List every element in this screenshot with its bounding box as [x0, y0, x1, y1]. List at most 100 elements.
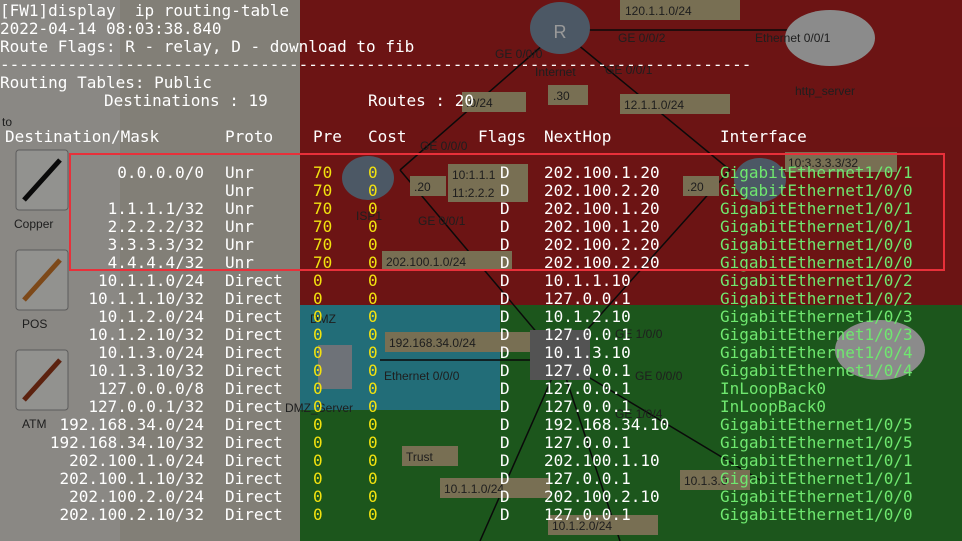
- route-nexthop: 127.0.0.1: [544, 379, 631, 398]
- route-cost: 0: [368, 469, 378, 488]
- route-flags: D: [500, 487, 510, 506]
- route-flags: D: [500, 433, 510, 452]
- route-interface: GigabitEthernet1/0/4: [720, 343, 913, 362]
- table-row: 192.168.34.10/32 Direct 0 0 D 127.0.0.1 Gigabi…: [0, 434, 962, 452]
- route-destination: 10.1.3.0/24: [98, 343, 204, 362]
- route-nexthop: 202.100.1.10: [544, 451, 660, 470]
- route-pre: 0: [313, 415, 323, 434]
- routes-count: Routes : 20: [368, 91, 474, 110]
- route-nexthop: 202.100.2.10: [544, 487, 660, 506]
- route-interface: GigabitEthernet1/0/5: [720, 415, 913, 434]
- route-destination: 202.100.1.0/24: [69, 451, 204, 470]
- header-flags: Flags: [478, 127, 527, 146]
- route-pre: 0: [313, 451, 323, 470]
- route-proto: Direct: [225, 397, 283, 416]
- route-interface: GigabitEthernet1/0/2: [720, 289, 913, 308]
- route-flags: D: [500, 397, 510, 416]
- route-destination: 192.168.34.0/24: [59, 415, 205, 434]
- route-proto: Direct: [225, 433, 283, 452]
- table-row: 10.1.1.10/32 Direct 0 0 D 127.0.0.1 GigabitEth…: [0, 290, 962, 308]
- destinations-count: Destinations : 19: [104, 91, 268, 110]
- route-pre: 0: [313, 289, 323, 308]
- route-proto: Direct: [225, 325, 283, 344]
- route-flags: D: [500, 451, 510, 470]
- route-flags: D: [500, 379, 510, 398]
- route-destination: 202.100.2.10/32: [59, 505, 205, 524]
- route-interface: InLoopBack0: [720, 379, 826, 398]
- route-flags: D: [500, 361, 510, 380]
- routing-table-title: Routing Tables: Public: [0, 73, 212, 92]
- route-flags-line: Route Flags: R - relay, D - download to …: [0, 37, 415, 56]
- route-cost: 0: [368, 271, 378, 290]
- route-destination: 10.1.1.0/24: [98, 271, 204, 290]
- route-pre: 0: [313, 505, 323, 524]
- header-pre: Pre: [313, 127, 342, 146]
- route-flags: D: [500, 469, 510, 488]
- route-pre: 0: [313, 487, 323, 506]
- route-nexthop: 127.0.0.1: [544, 361, 631, 380]
- route-cost: 0: [368, 433, 378, 452]
- table-header: Destination/Mask Proto Pre Cost Flags Ne…: [0, 128, 962, 146]
- route-destination: 10.1.2.0/24: [98, 307, 204, 326]
- table-row: 202.100.1.10/32 Direct 0 0 D 127.0.0.1 Gigabit…: [0, 470, 962, 488]
- route-nexthop: 127.0.0.1: [544, 289, 631, 308]
- route-proto: Direct: [225, 361, 283, 380]
- route-proto: Direct: [225, 415, 283, 434]
- route-cost: 0: [368, 379, 378, 398]
- table-row: 127.0.0.1/32 Direct 0 0 D 127.0.0.1 InLoopBack…: [0, 398, 962, 416]
- route-flags: D: [500, 505, 510, 524]
- route-destination: 202.100.1.10/32: [59, 469, 205, 488]
- route-interface: GigabitEthernet1/0/0: [720, 505, 913, 524]
- route-destination: 127.0.0.1/32: [88, 397, 204, 416]
- table-row: 10.1.1.0/24 Direct 0 0 D 10.1.1.10 GigabitEthe…: [0, 272, 962, 290]
- route-destination: 202.100.2.0/24: [69, 487, 204, 506]
- timestamp-line: 2022-04-14 08:03:38.840: [0, 19, 222, 38]
- route-nexthop: 10.1.2.10: [544, 307, 631, 326]
- route-pre: 0: [313, 325, 323, 344]
- route-summary-line: Destinations : 19 Routes : 20: [0, 92, 962, 110]
- route-nexthop: 127.0.0.1: [544, 325, 631, 344]
- route-proto: Direct: [225, 487, 283, 506]
- header-nexthop: NextHop: [544, 127, 612, 146]
- table-row: 127.0.0.0/8 Direct 0 0 D 127.0.0.1 InLoopBack0: [0, 380, 962, 398]
- table-row: 10.1.3.10/32 Direct 0 0 D 127.0.0.1 GigabitEth…: [0, 362, 962, 380]
- route-pre: 0: [313, 433, 323, 452]
- separator-line: ----------------------------------------…: [0, 55, 752, 74]
- header-interface: Interface: [720, 127, 807, 146]
- route-proto: Direct: [225, 289, 283, 308]
- route-flags: D: [500, 289, 510, 308]
- route-proto: Direct: [225, 307, 283, 326]
- command-line: [FW1]display ip routing-table: [0, 1, 289, 20]
- route-destination: 10.1.2.10/32: [88, 325, 204, 344]
- header-cost: Cost: [368, 127, 407, 146]
- route-cost: 0: [368, 361, 378, 380]
- route-interface: GigabitEthernet1/0/4: [720, 361, 913, 380]
- table-row: 202.100.1.0/24 Direct 0 0 D 202.100.1.10 Gigab…: [0, 452, 962, 470]
- table-row: 10.1.3.0/24 Direct 0 0 D 10.1.3.10 GigabitEthe…: [0, 344, 962, 362]
- route-cost: 0: [368, 487, 378, 506]
- route-cost: 0: [368, 397, 378, 416]
- route-flags: D: [500, 325, 510, 344]
- route-nexthop: 127.0.0.1: [544, 433, 631, 452]
- route-proto: Direct: [225, 469, 283, 488]
- route-interface: GigabitEthernet1/0/3: [720, 307, 913, 326]
- route-cost: 0: [368, 451, 378, 470]
- route-nexthop: 10.1.3.10: [544, 343, 631, 362]
- route-pre: 0: [313, 307, 323, 326]
- route-nexthop: 192.168.34.10: [544, 415, 670, 434]
- route-interface: GigabitEthernet1/0/5: [720, 433, 913, 452]
- route-interface: GigabitEthernet1/0/1: [720, 451, 913, 470]
- route-interface: InLoopBack0: [720, 397, 826, 416]
- table-row: 202.100.2.0/24 Direct 0 0 D 202.100.2.10 Gigab…: [0, 488, 962, 506]
- table-row: 10.1.2.0/24 Direct 0 0 D 10.1.2.10 GigabitEthe…: [0, 308, 962, 326]
- route-cost: 0: [368, 289, 378, 308]
- route-nexthop: 10.1.1.10: [544, 271, 631, 290]
- route-destination: 192.168.34.10/32: [49, 433, 204, 452]
- route-nexthop: 127.0.0.1: [544, 397, 631, 416]
- route-proto: Direct: [225, 451, 283, 470]
- route-proto: Direct: [225, 343, 283, 362]
- table-row: 192.168.34.0/24 Direct 0 0 D 192.168.34.10 Gig…: [0, 416, 962, 434]
- route-proto: Direct: [225, 505, 283, 524]
- table-row: 10.1.2.10/32 Direct 0 0 D 127.0.0.1 GigabitEth…: [0, 326, 962, 344]
- route-pre: 0: [313, 379, 323, 398]
